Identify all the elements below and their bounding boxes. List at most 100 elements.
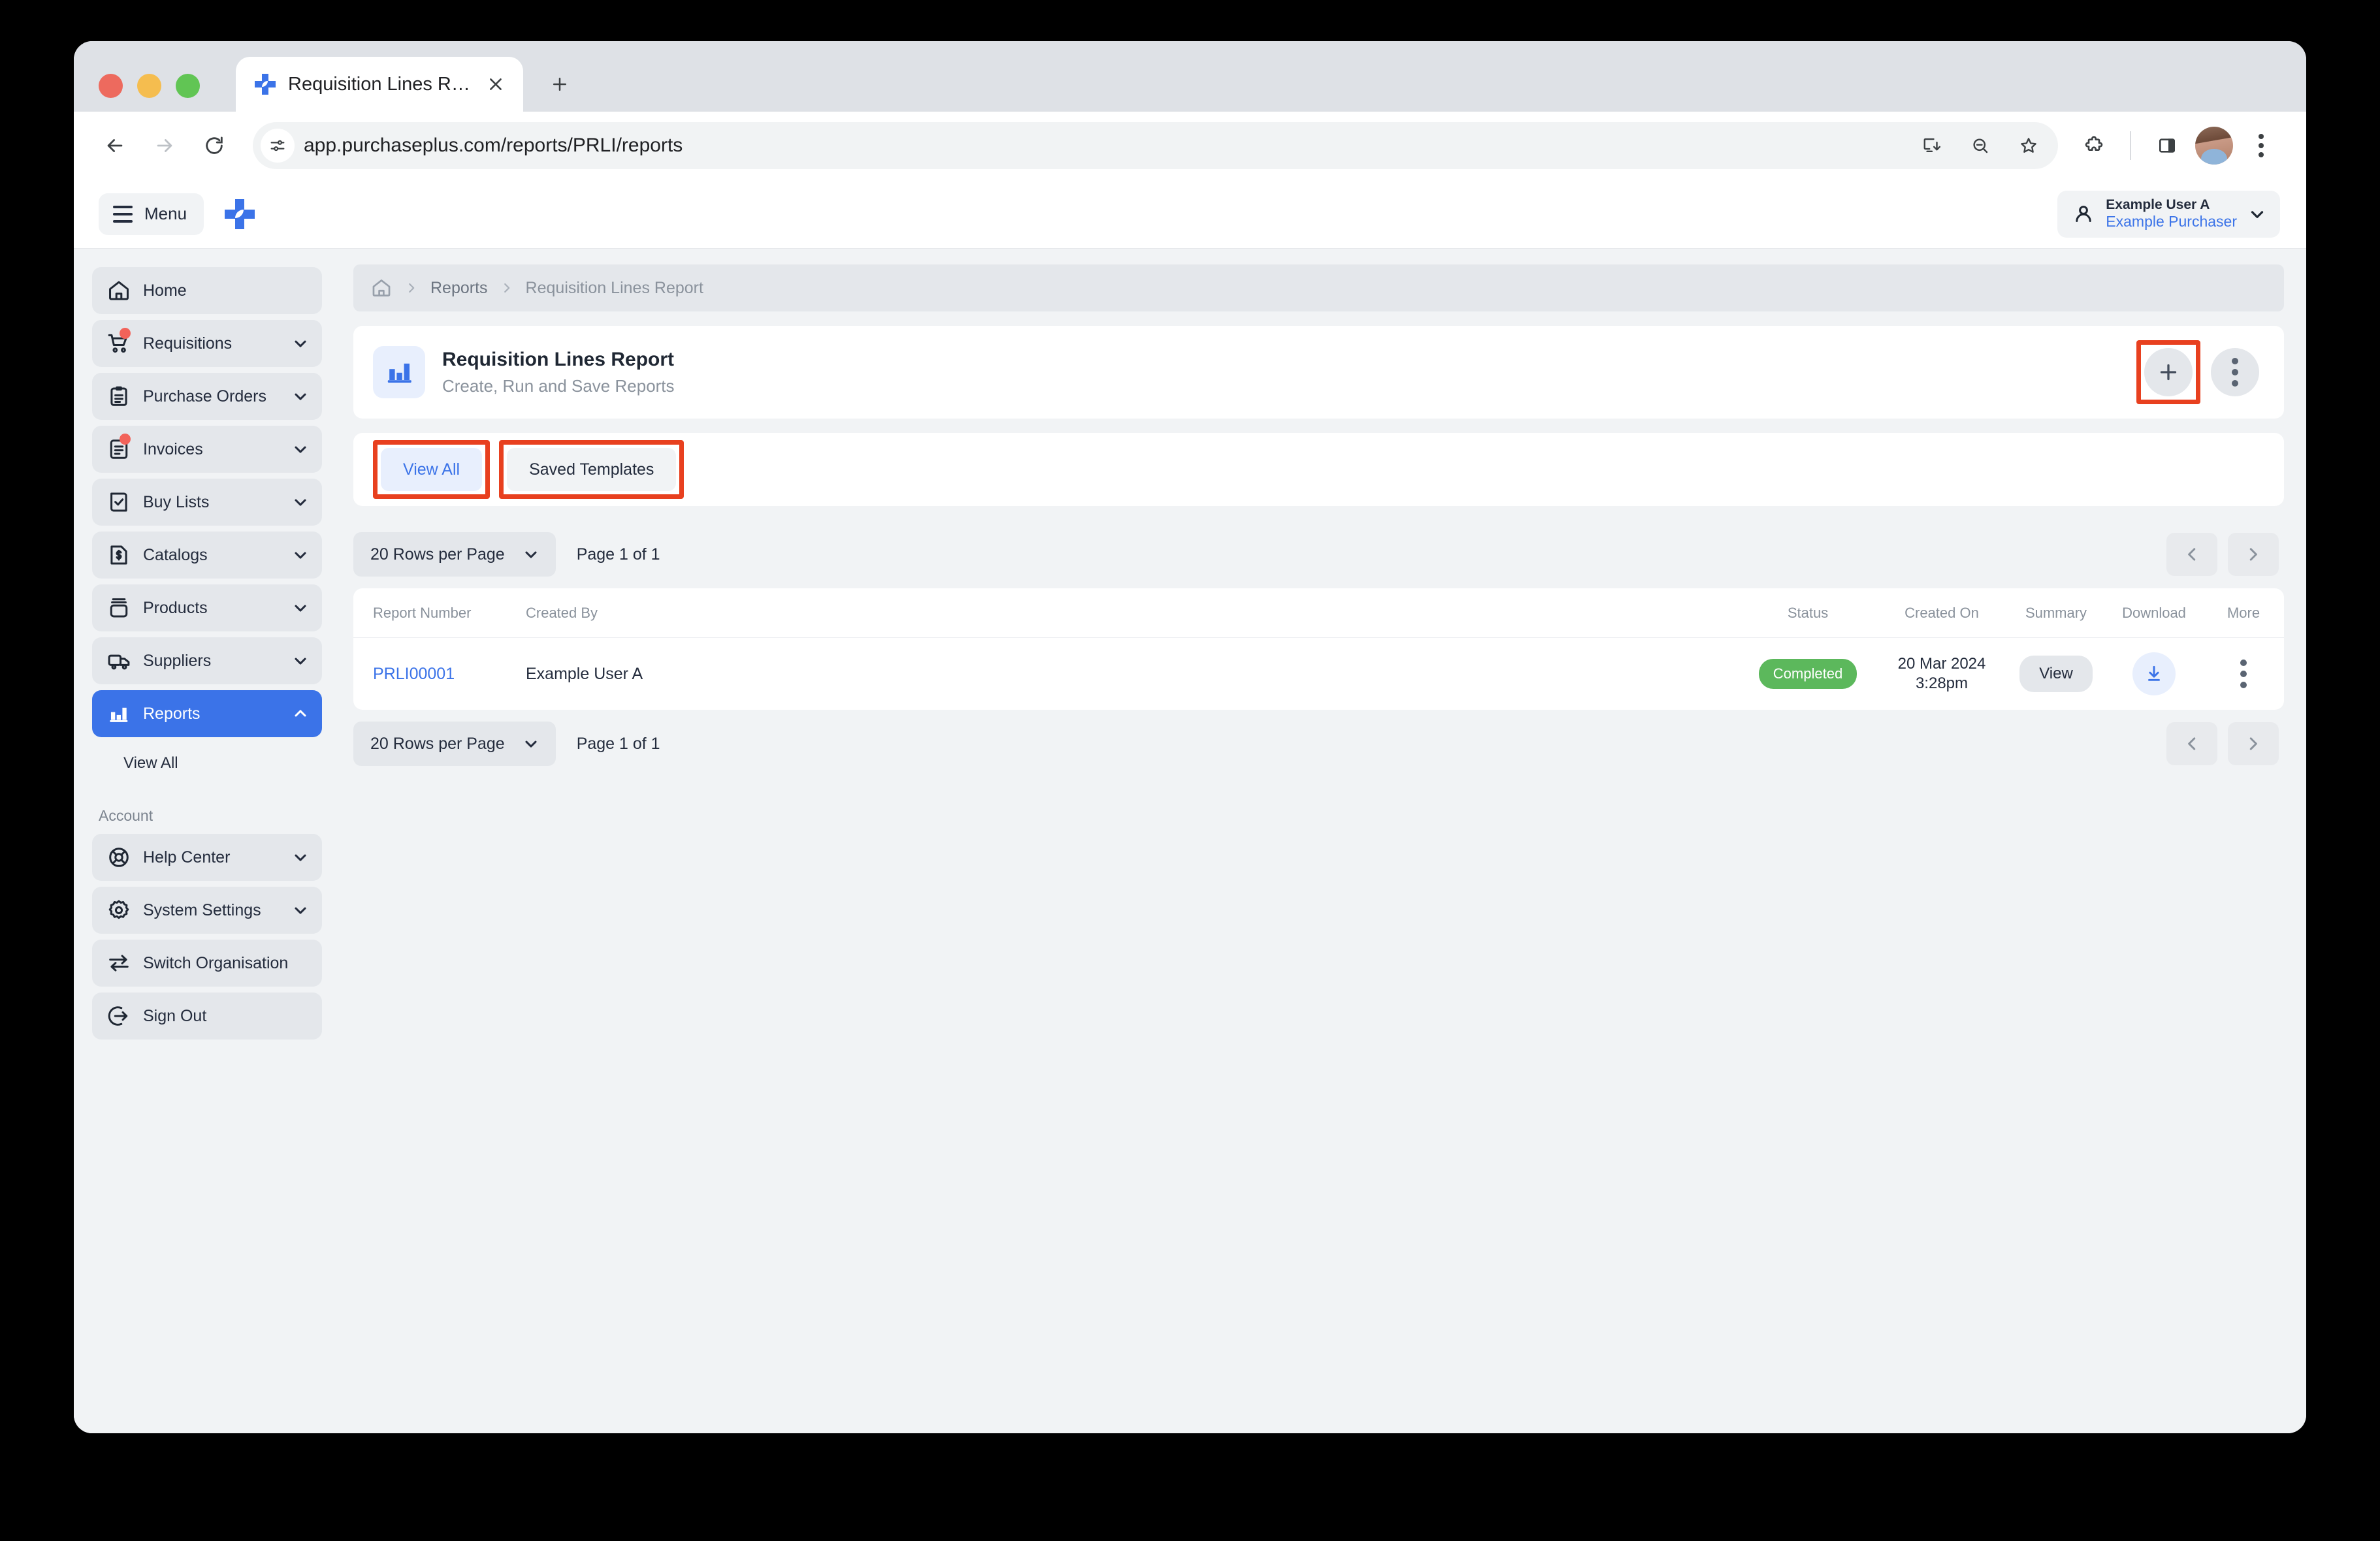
purchaseplus-logo[interactable] (222, 197, 257, 232)
browser-tab-title: Requisition Lines Report (288, 74, 472, 95)
sidebar-item-catalogs[interactable]: Catalogs (92, 532, 322, 579)
toolbar-divider (2130, 131, 2131, 160)
table-row[interactable]: PRLI00001 Example User A Completed 20 Ma… (353, 638, 2284, 710)
sidebar-item-switch-organisation[interactable]: Switch Organisation (92, 940, 322, 987)
minimize-window-button[interactable] (137, 74, 161, 98)
url-text: app.purchaseplus.com/reports/PRLI/report… (304, 135, 1900, 157)
rows-per-page-select-bottom[interactable]: 20 Rows per Page (353, 722, 556, 766)
page-info-top: Page 1 of 1 (577, 545, 660, 564)
sidebar-item-requisitions[interactable]: Requisitions (92, 320, 322, 367)
sidebar-subitem-view-all[interactable]: View All (92, 743, 322, 784)
back-arrow-icon[interactable] (92, 123, 138, 168)
user-name: Example User A (2106, 197, 2237, 214)
report-number-link[interactable]: PRLI00001 (373, 665, 455, 684)
install-app-icon[interactable] (1909, 123, 1955, 168)
maximize-window-button[interactable] (176, 74, 200, 98)
home-icon[interactable] (370, 277, 393, 299)
sidebar-item-label: Reports (143, 705, 279, 723)
add-button-highlight (2136, 340, 2200, 404)
view-all-tab-highlight: View All (373, 440, 490, 499)
site-settings-icon[interactable] (261, 129, 295, 163)
column-header-summary: Summary (2007, 605, 2105, 622)
sidebar-item-purchase-orders[interactable]: Purchase Orders (92, 373, 322, 420)
page-info-bottom: Page 1 of 1 (577, 735, 660, 754)
add-report-button[interactable] (2144, 348, 2193, 396)
tab-label: View All (403, 460, 460, 479)
address-bar[interactable]: app.purchaseplus.com/reports/PRLI/report… (253, 122, 2058, 169)
sidebar-item-buy-lists[interactable]: Buy Lists (92, 479, 322, 526)
chevron-down-icon (291, 492, 310, 512)
page-subtitle: Create, Run and Save Reports (442, 376, 2119, 396)
main-content: Reports Requisition Lines Report (338, 249, 2306, 1433)
column-header-report-number: Report Number (353, 605, 517, 622)
breadcrumb: Reports Requisition Lines Report (353, 264, 2284, 311)
sidebar-item-help-center[interactable]: Help Center (92, 834, 322, 881)
zoom-out-icon[interactable] (1957, 123, 2003, 168)
sidebar-item-label: Buy Lists (143, 493, 279, 512)
download-icon[interactable] (2132, 652, 2176, 695)
pagination-top: 20 Rows per Page Page 1 of 1 (353, 520, 2284, 588)
chevron-right-icon (500, 281, 514, 295)
user-account-menu[interactable]: Example User A Example Purchaser (2057, 191, 2280, 238)
chevron-up-icon (291, 704, 310, 723)
sidebar-item-sign-out[interactable]: Sign Out (92, 993, 322, 1040)
tab-saved-templates[interactable]: Saved Templates (507, 448, 676, 491)
forward-arrow-icon (142, 123, 187, 168)
window-controls (99, 74, 200, 98)
chevron-down-icon (291, 598, 310, 618)
rows-per-page-select[interactable]: 20 Rows per Page (353, 532, 556, 577)
sidebar-item-products[interactable]: Products (92, 584, 322, 631)
gear-icon (106, 898, 131, 923)
chevron-down-icon (291, 651, 310, 671)
sidebar-item-label: Switch Organisation (143, 954, 310, 973)
sidebar-item-home[interactable]: Home (92, 267, 322, 314)
sidebar-item-reports[interactable]: Reports (92, 690, 322, 737)
row-more-menu-button[interactable] (2240, 659, 2247, 688)
column-header-more: More (2203, 605, 2284, 622)
application-viewport: Menu Example User A Example Pu (74, 180, 2306, 1433)
page-title: Requisition Lines Report (442, 349, 2119, 371)
previous-page-button-top[interactable] (2166, 533, 2217, 576)
previous-page-button-bottom[interactable] (2166, 722, 2217, 765)
table-header-row: Report Number Created By Status Created … (353, 588, 2284, 638)
sidebar-item-system-settings[interactable]: System Settings (92, 887, 322, 934)
chevron-down-icon (2247, 204, 2267, 224)
menu-toggle-button[interactable]: Menu (99, 193, 204, 235)
chevron-right-icon (404, 281, 419, 295)
page-more-menu-button[interactable] (2211, 348, 2259, 396)
sidebar-item-label: Products (143, 599, 279, 618)
close-tab-button[interactable] (483, 71, 509, 97)
tab-view-all[interactable]: View All (381, 448, 482, 491)
truck-icon (106, 648, 131, 673)
sidebar-item-label: Home (143, 281, 310, 300)
chevron-down-icon (291, 848, 310, 867)
sidebar-item-suppliers[interactable]: Suppliers (92, 637, 322, 684)
user-role: Example Purchaser (2106, 213, 2237, 230)
side-panel-icon[interactable] (2144, 123, 2190, 168)
kebab-menu-icon (2232, 358, 2238, 387)
browser-tab[interactable]: Requisition Lines Report (236, 57, 523, 112)
breadcrumb-item-reports[interactable]: Reports (430, 279, 488, 298)
view-summary-button[interactable]: View (2019, 656, 2093, 692)
close-window-button[interactable] (99, 74, 123, 98)
purchaseplus-logo-icon (253, 72, 278, 97)
browser-menu-icon[interactable] (2238, 123, 2284, 168)
extensions-icon[interactable] (2071, 123, 2117, 168)
notification-badge (120, 328, 131, 339)
bookmark-star-icon[interactable] (2006, 123, 2051, 168)
new-tab-button[interactable] (540, 65, 579, 104)
product-box-icon (106, 596, 131, 620)
pagination-bottom: 20 Rows per Page Page 1 of 1 (353, 710, 2284, 778)
profile-avatar[interactable] (2195, 127, 2233, 165)
next-page-button-top[interactable] (2228, 533, 2279, 576)
next-page-button-bottom[interactable] (2228, 722, 2279, 765)
page-header-card: Requisition Lines Report Create, Run and… (353, 326, 2284, 419)
sidebar-item-label: Requisitions (143, 334, 279, 353)
sidebar-item-invoices[interactable]: Invoices (92, 426, 322, 473)
tabs-card: View All Saved Templates (353, 433, 2284, 506)
sidebar-item-label: Invoices (143, 440, 279, 459)
swap-arrows-icon (106, 951, 131, 976)
reload-icon[interactable] (191, 123, 237, 168)
breadcrumb-item-current: Requisition Lines Report (526, 279, 703, 298)
chevron-down-icon (291, 334, 310, 353)
